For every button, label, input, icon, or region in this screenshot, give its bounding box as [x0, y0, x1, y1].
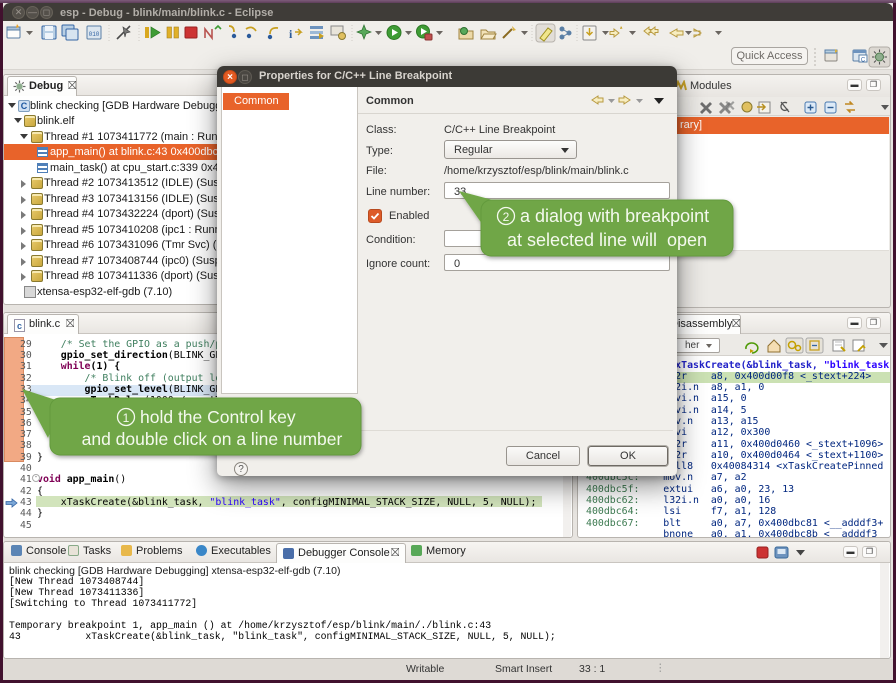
svg-text:2: 2 [503, 210, 510, 224]
svg-text:and double click on a line num: and double click on a line number [82, 429, 343, 449]
svg-text:at selected line will open: at selected line will open [507, 230, 707, 250]
svg-text:a dialog with breakpoint: a dialog with breakpoint [520, 206, 709, 226]
svg-text:1: 1 [123, 411, 130, 425]
svg-text:hold the Control key: hold the Control key [140, 407, 296, 427]
